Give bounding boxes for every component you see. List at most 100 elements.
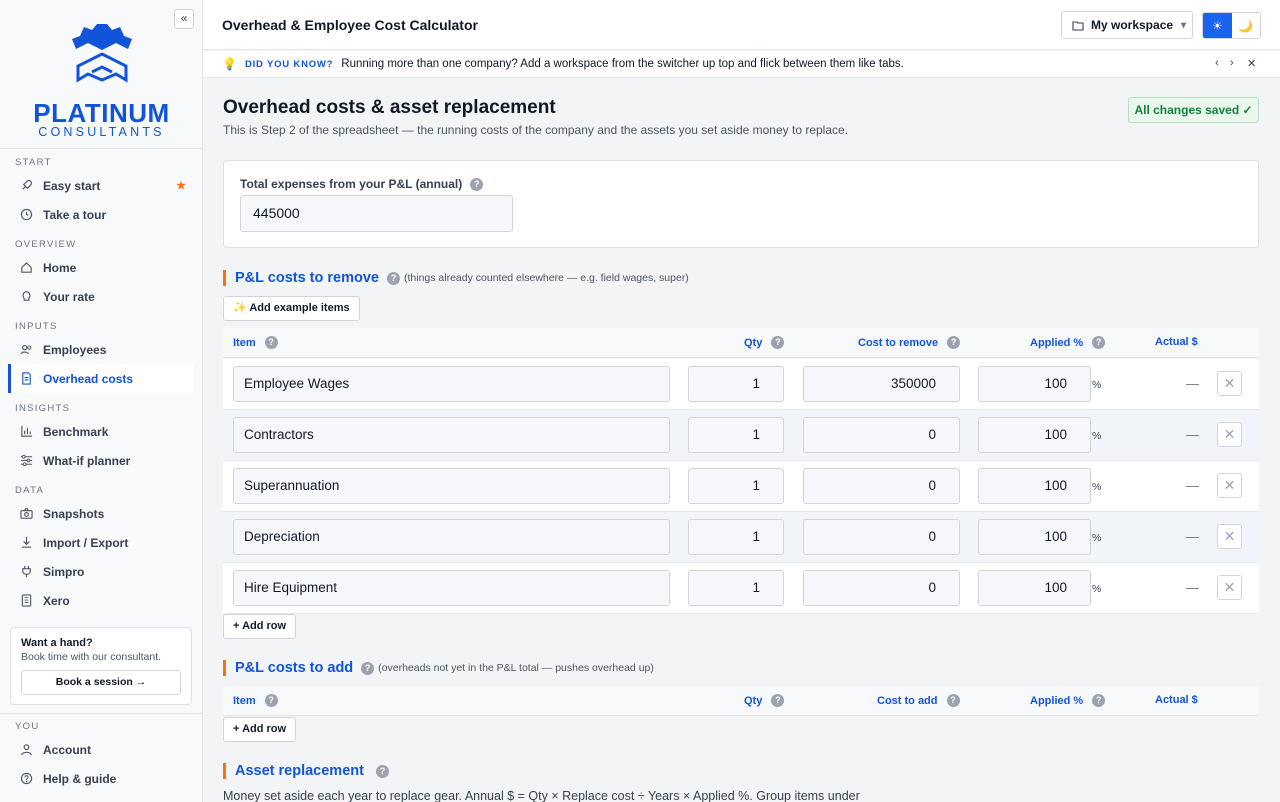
column-header-label: Actual $: [1155, 336, 1198, 348]
delete-row-button[interactable]: ✕: [1217, 422, 1242, 447]
table-header-remove: Item? Qty? Cost to remove? Applied %? Ac…: [223, 328, 1259, 358]
tip-previous-button[interactable]: ‹: [1215, 57, 1219, 69]
users-icon: [19, 343, 33, 357]
sidebar-item-label: Snapshots: [43, 506, 105, 521]
sidebar-item-overhead-costs[interactable]: Overhead costs: [8, 364, 194, 393]
column-header-qty: Qty?: [744, 694, 785, 707]
sidebar-item-label: Employees: [43, 342, 107, 357]
qty-input[interactable]: 1: [688, 519, 784, 555]
table-row: Employee Wages 1 350000 100 % — ✕: [223, 359, 1259, 410]
cost-input[interactable]: 0: [803, 417, 960, 453]
sidebar-item-label: Benchmark: [43, 424, 109, 439]
tip-close-button[interactable]: ✕: [1247, 57, 1256, 70]
help-icon[interactable]: ?: [375, 764, 389, 778]
qty-input[interactable]: 1: [688, 468, 784, 504]
item-name-input[interactable]: Hire Equipment: [233, 570, 670, 606]
column-header-label: Applied %: [1030, 694, 1084, 707]
sidebar-item-label: Easy start: [43, 178, 101, 193]
total-expenses-input[interactable]: 445000: [240, 195, 513, 232]
item-name-input[interactable]: Contractors: [233, 417, 670, 453]
section-accent-bar: [223, 763, 226, 779]
divider: [0, 148, 203, 149]
help-icon[interactable]: ?: [947, 336, 961, 349]
help-icon[interactable]: ?: [1092, 694, 1106, 707]
section-title: P&L costs to add: [235, 660, 354, 676]
sidebar-item-your-rate[interactable]: Your rate: [8, 282, 194, 311]
applied-percent-input[interactable]: 100: [978, 468, 1091, 504]
help-card-subtitle: Book time with our consultant.: [21, 651, 162, 663]
book-session-button[interactable]: Book a session →: [21, 670, 181, 695]
delete-row-button[interactable]: ✕: [1217, 473, 1242, 498]
sidebar-item-import-export[interactable]: Import / Export: [8, 528, 194, 557]
percent-suffix: %: [1092, 532, 1102, 544]
qty-input[interactable]: 1: [688, 366, 784, 402]
sun-icon[interactable]: ☀: [1203, 13, 1232, 38]
column-header-label: Cost to remove: [858, 336, 939, 349]
cost-input[interactable]: 0: [803, 519, 960, 555]
sidebar-item-what-if-planner[interactable]: What-if planner: [8, 446, 194, 475]
help-circle-icon: [19, 772, 33, 786]
moon-icon[interactable]: 🌙: [1231, 13, 1260, 38]
tip-next-button[interactable]: ›: [1230, 57, 1234, 69]
cost-input[interactable]: 0: [803, 468, 960, 504]
chevron-down-icon: ▾: [1181, 19, 1187, 31]
help-icon[interactable]: ?: [264, 336, 278, 349]
sidebar-item-employees[interactable]: Employees: [8, 335, 194, 364]
column-header-label: Item: [233, 694, 256, 707]
add-row-button[interactable]: + Add row: [223, 717, 297, 742]
column-header-applied: Applied %?: [1030, 336, 1106, 349]
help-icon[interactable]: ?: [1092, 336, 1106, 349]
sidebar-item-snapshots[interactable]: Snapshots: [8, 499, 194, 528]
help-icon[interactable]: ?: [771, 694, 785, 707]
applied-percent-input[interactable]: 100: [978, 570, 1091, 606]
sidebar-item-account[interactable]: Account: [8, 735, 194, 764]
add-example-items-button[interactable]: ✨ Add example items: [223, 296, 360, 321]
delete-row-button[interactable]: ✕: [1217, 575, 1242, 600]
sidebar-item-label: Simpro: [43, 564, 85, 579]
table-row: Contractors 1 0 100 % — ✕: [223, 410, 1259, 461]
item-name-input[interactable]: Employee Wages: [233, 366, 670, 402]
cost-input[interactable]: 0: [803, 570, 960, 606]
table-header-add: Item? Qty? Cost to add? Applied %? Actua…: [223, 686, 1259, 716]
item-name-input[interactable]: Superannuation: [233, 468, 670, 504]
nav-section-start: START: [15, 157, 52, 168]
sidebar-item-take-a-tour[interactable]: Take a tour: [8, 200, 194, 229]
rocket-icon: [19, 179, 33, 193]
workspace-switcher[interactable]: My workspace ▾: [1061, 11, 1193, 39]
section-header-add: P&L costs to add ? (overheads not yet in…: [223, 660, 654, 676]
delete-row-button[interactable]: ✕: [1217, 524, 1242, 549]
help-icon[interactable]: ?: [470, 177, 484, 191]
table-row: Superannuation 1 0 100 % — ✕: [223, 461, 1259, 512]
sidebar-item-label: Your rate: [43, 289, 95, 304]
theme-toggle[interactable]: ☀ 🌙: [1202, 12, 1261, 39]
delete-row-button[interactable]: ✕: [1217, 371, 1242, 396]
item-name-input[interactable]: Depreciation: [233, 519, 670, 555]
applied-percent-input[interactable]: 100: [978, 417, 1091, 453]
column-header-label: Actual $: [1155, 694, 1198, 706]
help-icon[interactable]: ?: [264, 694, 278, 707]
add-row-button[interactable]: + Add row: [223, 614, 297, 639]
sidebar-item-benchmark[interactable]: Benchmark: [8, 417, 194, 446]
sidebar-item-help-guide[interactable]: Help & guide: [8, 764, 194, 793]
download-icon: [19, 536, 33, 550]
sidebar-item-home[interactable]: Home: [8, 253, 194, 282]
sidebar-item-easy-start[interactable]: Easy start ★: [8, 171, 194, 200]
sidebar-item-label: Help & guide: [43, 771, 117, 786]
help-card: Want a hand? Book time with our consulta…: [10, 627, 192, 705]
qty-input[interactable]: 1: [688, 417, 784, 453]
app-title: Overhead & Employee Cost Calculator: [222, 17, 478, 33]
help-icon[interactable]: ?: [946, 694, 960, 707]
help-icon[interactable]: ?: [771, 336, 785, 349]
help-icon[interactable]: ?: [386, 271, 400, 285]
actual-value: —: [1186, 376, 1199, 391]
sidebar-item-simpro[interactable]: Simpro: [8, 557, 194, 586]
applied-percent-input[interactable]: 100: [978, 519, 1091, 555]
section-title: Asset replacement: [235, 763, 364, 779]
help-icon[interactable]: ?: [361, 661, 375, 675]
sidebar-item-xero[interactable]: Xero: [8, 586, 194, 615]
qty-input[interactable]: 1: [688, 570, 784, 606]
workspace-name: My workspace: [1091, 18, 1174, 32]
tip-banner: 💡 DID YOU KNOW? Running more than one co…: [203, 51, 1280, 78]
cost-input[interactable]: 350000: [803, 366, 960, 402]
applied-percent-input[interactable]: 100: [978, 366, 1091, 402]
